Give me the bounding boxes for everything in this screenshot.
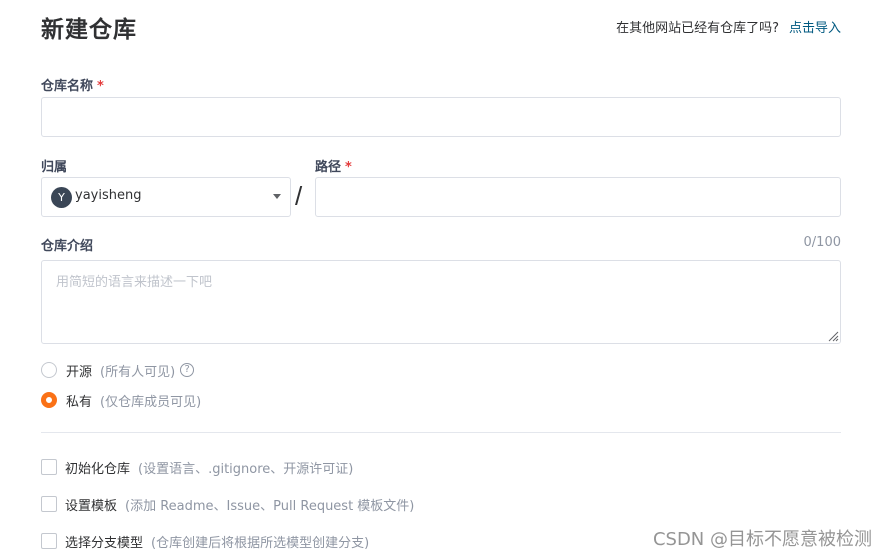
repo-name-label: 仓库名称 * <box>41 75 104 94</box>
question-circle-icon[interactable]: ? <box>180 363 195 377</box>
checkbox-branch-model-note: (仓库创建后将根据所选模型创建分支) <box>151 535 370 551</box>
watermark: CSDN @目标不愿意被检测 <box>652 529 872 550</box>
radio-public-note: (所有人可见) <box>100 364 176 380</box>
caret-down-icon <box>273 194 281 199</box>
page-title: 新建仓库 <box>41 17 137 43</box>
path-input[interactable] <box>315 177 841 217</box>
avatar: Y <box>51 187 72 208</box>
required-mark: * <box>97 79 104 94</box>
checkbox-template[interactable]: 设置模板 (添加 Readme、Issue、Pull Request 模板文件) <box>41 494 414 514</box>
description-label: 仓库介绍 <box>41 239 94 254</box>
path-separator: / <box>295 181 303 211</box>
description-counter: 0/100 <box>803 235 841 250</box>
repo-name-input[interactable] <box>41 97 841 137</box>
checkbox-init-repo-label: 初始化仓库 <box>65 461 131 477</box>
checkbox-init-repo[interactable]: 初始化仓库 (设置语言、.gitignore、开源许可证) <box>41 457 353 477</box>
checkbox-branch-model-label: 选择分支模型 <box>65 535 144 551</box>
checkbox-init-repo-box[interactable] <box>41 459 57 475</box>
owner-label: 归属 <box>41 160 68 175</box>
checkbox-branch-model[interactable]: 选择分支模型 (仓库创建后将根据所选模型创建分支) <box>41 531 369 551</box>
owner-select[interactable]: Y yayisheng <box>41 177 291 217</box>
resize-handle-icon[interactable] <box>827 330 839 342</box>
radio-private[interactable]: 私有 (仅仓库成员可见) <box>41 390 201 410</box>
required-mark: * <box>345 160 352 175</box>
checkbox-template-note: (添加 Readme、Issue、Pull Request 模板文件) <box>125 498 415 514</box>
checkbox-template-box[interactable] <box>41 496 57 512</box>
checkbox-init-repo-note: (设置语言、.gitignore、开源许可证) <box>138 461 354 477</box>
import-question: 在其他网站已经有仓库了吗? <box>616 21 779 36</box>
repo-name-label-text: 仓库名称 <box>41 79 94 94</box>
import-hint: 在其他网站已经有仓库了吗? 点击导入 <box>616 17 841 36</box>
divider <box>41 432 841 433</box>
description-placeholder: 用简短的语言来描述一下吧 <box>56 275 213 290</box>
radio-private-circle[interactable] <box>41 392 57 408</box>
import-link[interactable]: 点击导入 <box>789 21 841 36</box>
checkbox-template-label: 设置模板 <box>65 498 118 514</box>
owner-selected-value: yayisheng <box>75 188 142 203</box>
radio-public-label: 开源 <box>66 364 93 380</box>
path-label: 路径 * <box>315 156 352 175</box>
radio-public[interactable]: 开源 (所有人可见) ? <box>41 360 195 380</box>
description-textarea[interactable]: 用简短的语言来描述一下吧 <box>41 260 841 344</box>
radio-private-label: 私有 <box>66 394 93 410</box>
radio-private-note: (仅仓库成员可见) <box>100 394 202 410</box>
checkbox-branch-model-box[interactable] <box>41 533 57 549</box>
path-label-text: 路径 <box>315 160 342 175</box>
radio-public-circle[interactable] <box>41 362 57 378</box>
